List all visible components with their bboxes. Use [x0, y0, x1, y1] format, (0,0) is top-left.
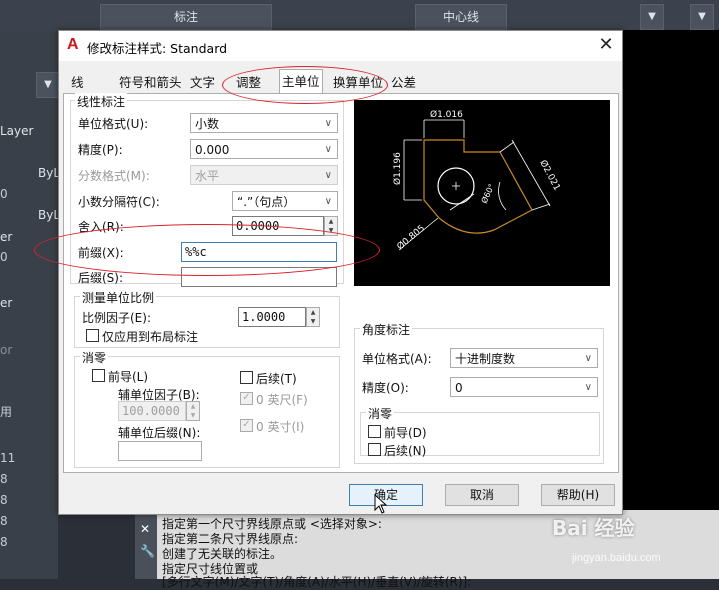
- chevron-down-icon: ∨: [584, 382, 592, 393]
- left-value: 8: [0, 535, 8, 549]
- decimal-separator-label: 小数分隔符(C):: [78, 195, 160, 209]
- suffix-input[interactable]: [181, 267, 337, 287]
- sub-unit-factor-input[interactable]: 100.0000: [118, 401, 186, 421]
- linear-dimensions-label: 线性标注: [75, 93, 128, 110]
- preview-label-top: Ø1.016: [430, 109, 463, 120]
- left-label: 用: [0, 405, 13, 419]
- prefix-label: 前缀(X):: [78, 246, 124, 260]
- bylayer-label: ByL: [38, 208, 61, 222]
- tab-tolerances[interactable]: 公差: [389, 72, 418, 94]
- left-value: 8: [0, 472, 8, 486]
- close-icon[interactable]: ✕: [595, 34, 617, 56]
- chevron-down-icon[interactable]: ▼: [640, 4, 664, 30]
- zero-inches-checkbox[interactable]: ✓: [240, 419, 253, 432]
- sub-unit-factor-spinner[interactable]: ▲ ▼: [186, 401, 200, 421]
- left-value: 8: [0, 493, 8, 507]
- left-value: 0: [0, 250, 8, 264]
- command-toolbar: ✕ 🔧: [135, 510, 157, 579]
- tab-primary-units[interactable]: 主单位: [279, 69, 323, 96]
- suffix-label: 后缀(S):: [78, 271, 124, 285]
- left-label: or: [0, 343, 13, 357]
- angle-leading-checkbox[interactable]: [368, 425, 381, 438]
- preview-drawing: Ø1.016 Ø1.196 Ø2.021 Ø60° Ø0.805: [392, 109, 562, 253]
- left-value: 0: [0, 187, 8, 201]
- chevron-down-icon: ∨: [324, 170, 332, 181]
- zero-inches-label: 0 英寸(I): [256, 420, 305, 434]
- angle-unit-format-select[interactable]: 十进制度数 ∨: [450, 348, 598, 368]
- chevron-down-icon[interactable]: ▼: [690, 4, 714, 30]
- dialog-title: 修改标注样式: Standard: [87, 41, 228, 56]
- tab-symbols-arrows[interactable]: 符号和箭头: [117, 72, 184, 94]
- left-label: er: [0, 296, 13, 310]
- round-off-spinner[interactable]: ▲ ▼: [324, 216, 338, 236]
- close-icon[interactable]: ✕: [140, 522, 150, 536]
- dialog-titlebar: A 修改标注样式: Standard ✕: [59, 31, 622, 61]
- chevron-down-icon: ∨: [324, 144, 332, 155]
- angle-leading-label: 前导(D): [384, 426, 427, 440]
- round-off-input[interactable]: 0.0000: [232, 216, 324, 236]
- modify-dimension-style-dialog: A 修改标注样式: Standard ✕ 线 符号和箭头 文字 调整 主单位 换…: [58, 30, 623, 515]
- chevron-down-icon[interactable]: ▼: [36, 72, 60, 98]
- angle-precision-label: 精度(O):: [362, 381, 409, 395]
- sub-unit-suffix-input[interactable]: [118, 441, 202, 461]
- preview-label-left: Ø1.196: [392, 152, 403, 185]
- command-line: [多行文字(M)/文字(T)/角度(A)/水平(H)/垂直(V)/旋转(R)]:: [162, 575, 472, 589]
- primary-units-panel: 线性标注 单位格式(U): 小数 ∨ 精度(P): 0.000 ∨ 分数格式(M):…: [63, 93, 619, 473]
- autocad-logo-icon: A: [67, 36, 79, 53]
- centerline-selector[interactable]: 中心线: [415, 4, 507, 30]
- tab-fit[interactable]: 调整: [234, 72, 263, 94]
- zero-feet-checkbox[interactable]: ✓: [240, 392, 253, 405]
- cancel-button[interactable]: 取消: [445, 484, 519, 506]
- fraction-format-select[interactable]: 水平 ∨: [190, 165, 338, 185]
- chevron-down-icon: ∨: [584, 353, 592, 364]
- unit-format-select[interactable]: 小数 ∨: [190, 113, 338, 133]
- angle-trailing-checkbox[interactable]: [368, 443, 381, 456]
- chevron-down-icon: ∨: [324, 118, 332, 129]
- layer-label: Layer: [0, 124, 34, 138]
- scale-factor-input[interactable]: 1.0000: [238, 307, 306, 327]
- wrench-icon[interactable]: 🔧: [140, 544, 155, 558]
- angle-trailing-label: 后续(N): [384, 444, 427, 458]
- dimension-preview: Ø1.016 Ø1.196 Ø2.021 Ø60° Ø0.805: [354, 100, 610, 286]
- left-value: 8: [0, 514, 8, 528]
- angular-dimensions-label: 角度标注: [360, 321, 413, 338]
- measurement-scale-label: 测量单位比例: [80, 289, 157, 306]
- left-label: er: [0, 230, 13, 244]
- trailing-zero-checkbox[interactable]: [240, 371, 253, 384]
- preview-label-bottom: Ø0.805: [395, 223, 427, 253]
- fraction-format-label: 分数格式(M):: [78, 169, 150, 183]
- help-button[interactable]: 帮助(H): [541, 484, 615, 506]
- layout-only-checkbox[interactable]: [86, 329, 99, 342]
- scale-factor-label: 比例因子(E):: [82, 311, 151, 325]
- sub-unit-suffix-label: 辅单位后缀(N):: [118, 426, 201, 440]
- trailing-zero-label: 后续(T): [256, 372, 297, 386]
- angle-precision-select[interactable]: 0 ∨: [450, 377, 598, 397]
- preview-label-right: Ø2.021: [537, 158, 562, 192]
- prefix-input[interactable]: %%c: [181, 242, 337, 262]
- tab-text[interactable]: 文字: [188, 72, 217, 94]
- round-off-label: 舍入(R):: [78, 220, 124, 234]
- tab-lines[interactable]: 线: [69, 72, 86, 94]
- precision-label: 精度(P):: [78, 143, 123, 157]
- mouse-cursor-icon: [374, 494, 388, 514]
- precision-select[interactable]: 0.000 ∨: [190, 139, 338, 159]
- baidu-watermark-url: jingyan.baidu.com: [572, 552, 661, 564]
- leading-zero-label: 前导(L): [108, 370, 149, 384]
- dim-style-selector[interactable]: 标注: [100, 4, 272, 30]
- chevron-down-icon: ∨: [324, 196, 332, 207]
- decimal-separator-select[interactable]: “.”（句点） ∨: [232, 191, 338, 211]
- unit-format-label: 单位格式(U):: [78, 117, 149, 131]
- angle-unit-format-label: 单位格式(A):: [362, 352, 432, 366]
- left-value: 11: [0, 451, 16, 465]
- zero-feet-label: 0 英尺(F): [256, 393, 308, 407]
- leading-zero-checkbox[interactable]: [92, 369, 105, 382]
- tab-alternate-units[interactable]: 换算单位: [331, 72, 385, 94]
- layout-only-label: 仅应用到布局标注: [102, 330, 199, 344]
- preview-label-angle: Ø60°: [479, 182, 497, 205]
- bylayer-label: ByL: [38, 166, 61, 180]
- angle-zero-suppression-label: 消零: [366, 405, 395, 422]
- scale-factor-spinner[interactable]: ▲ ▼: [306, 307, 320, 327]
- zero-suppression-label: 消零: [80, 349, 109, 366]
- baidu-watermark: Bai 经验: [552, 516, 635, 540]
